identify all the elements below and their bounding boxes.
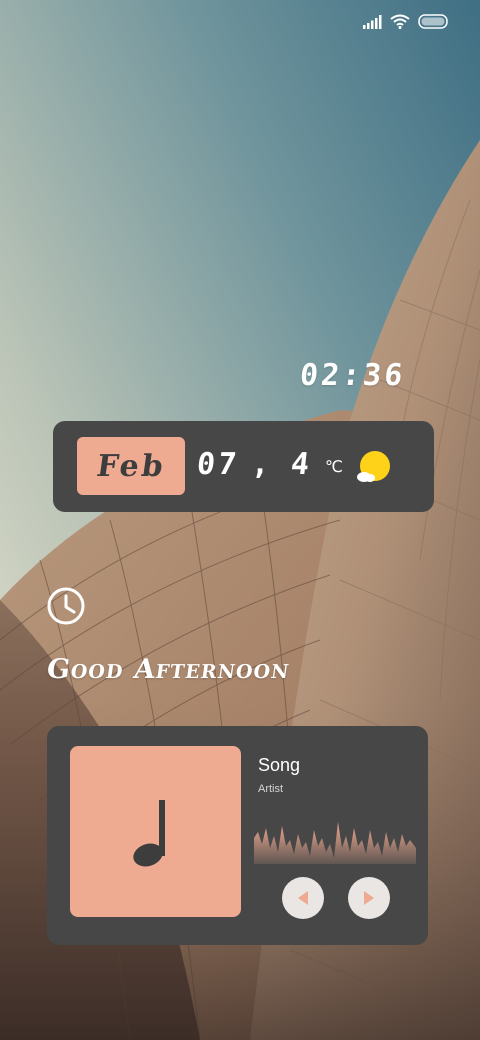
clock-time: 02:36 [298, 358, 408, 393]
next-button[interactable] [348, 877, 390, 919]
partly-sunny-icon [357, 451, 390, 482]
date-weather-widget[interactable]: Feb 07 , 4 ℃ [53, 421, 434, 512]
next-icon [364, 891, 374, 905]
music-player-widget[interactable]: Song Artist [47, 726, 428, 945]
greeting-text: Good Afternoon [44, 654, 292, 685]
previous-button[interactable] [282, 877, 324, 919]
audio-waveform [254, 822, 416, 864]
day-label: 07 [195, 447, 241, 482]
battery-icon [418, 14, 448, 29]
music-note-icon [133, 800, 165, 867]
song-artist: Artist [258, 783, 284, 795]
clock-icon[interactable] [46, 586, 86, 626]
song-title: Song [258, 755, 301, 775]
temperature-value: 4 [289, 447, 311, 482]
wifi-icon [390, 14, 410, 29]
month-label: Feb [94, 448, 168, 484]
temperature-unit: ℃ [325, 457, 343, 476]
month-badge: Feb [77, 437, 185, 495]
date-separator: , [251, 447, 270, 482]
previous-icon [298, 891, 308, 905]
album-art[interactable] [70, 746, 241, 917]
signal-icon [363, 14, 382, 29]
status-bar [362, 14, 450, 29]
